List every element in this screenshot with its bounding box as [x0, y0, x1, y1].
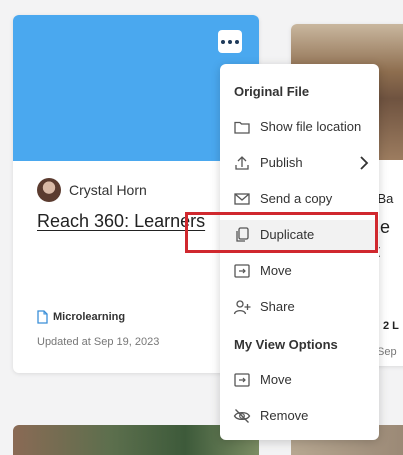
document-icon [37, 310, 48, 324]
updated-date-2: Sep [377, 346, 397, 358]
menu-item-label: Move [260, 263, 292, 278]
menu-item-show-file-location[interactable]: Show file location [220, 112, 379, 142]
course-title[interactable]: Reach 360: Learners [37, 210, 207, 233]
menu-section-my-view-options: My View Options [234, 337, 338, 352]
menu-item-label: Remove [260, 408, 309, 423]
menu-item-label: Publish [260, 155, 303, 170]
author-row: Crystal Horn [37, 178, 147, 202]
menu-item-view-move[interactable]: Move [220, 365, 379, 395]
menu-item-remove[interactable]: Remove [220, 401, 379, 431]
envelope-icon [234, 193, 250, 205]
context-menu: Original File Show file location Publish… [220, 64, 379, 440]
avatar [37, 178, 61, 202]
menu-item-label: Move [260, 372, 292, 387]
course-type-label: Microlearning [53, 311, 126, 323]
author-name: Crystal Horn [69, 182, 147, 198]
course-type: Microlearning [37, 310, 125, 324]
updated-date: Updated at Sep 19, 2023 [37, 336, 160, 348]
upload-icon [235, 156, 249, 170]
menu-section-original-file: Original File [234, 84, 310, 99]
move-to-folder-icon [234, 264, 250, 278]
course-type-2: 2 L [383, 320, 399, 332]
move-to-folder-icon [234, 373, 250, 387]
menu-item-label: Duplicate [260, 227, 315, 242]
folder-icon [234, 121, 250, 134]
more-options-button[interactable] [218, 30, 242, 53]
menu-item-send-a-copy[interactable]: Send a copy [220, 184, 379, 214]
eye-off-icon [233, 409, 251, 423]
menu-item-label: Show file location [260, 119, 362, 134]
chevron-right-icon [360, 156, 369, 170]
menu-item-label: Send a copy [260, 191, 333, 206]
copy-icon [236, 227, 249, 242]
menu-item-share[interactable]: Share [220, 292, 379, 322]
more-horizontal-icon [221, 39, 225, 44]
menu-item-move[interactable]: Move [220, 256, 379, 286]
menu-item-publish[interactable]: Publish [220, 148, 379, 178]
menu-item-duplicate[interactable]: Duplicate [220, 220, 379, 250]
add-user-icon [233, 300, 251, 315]
menu-item-label: Share [260, 299, 295, 314]
